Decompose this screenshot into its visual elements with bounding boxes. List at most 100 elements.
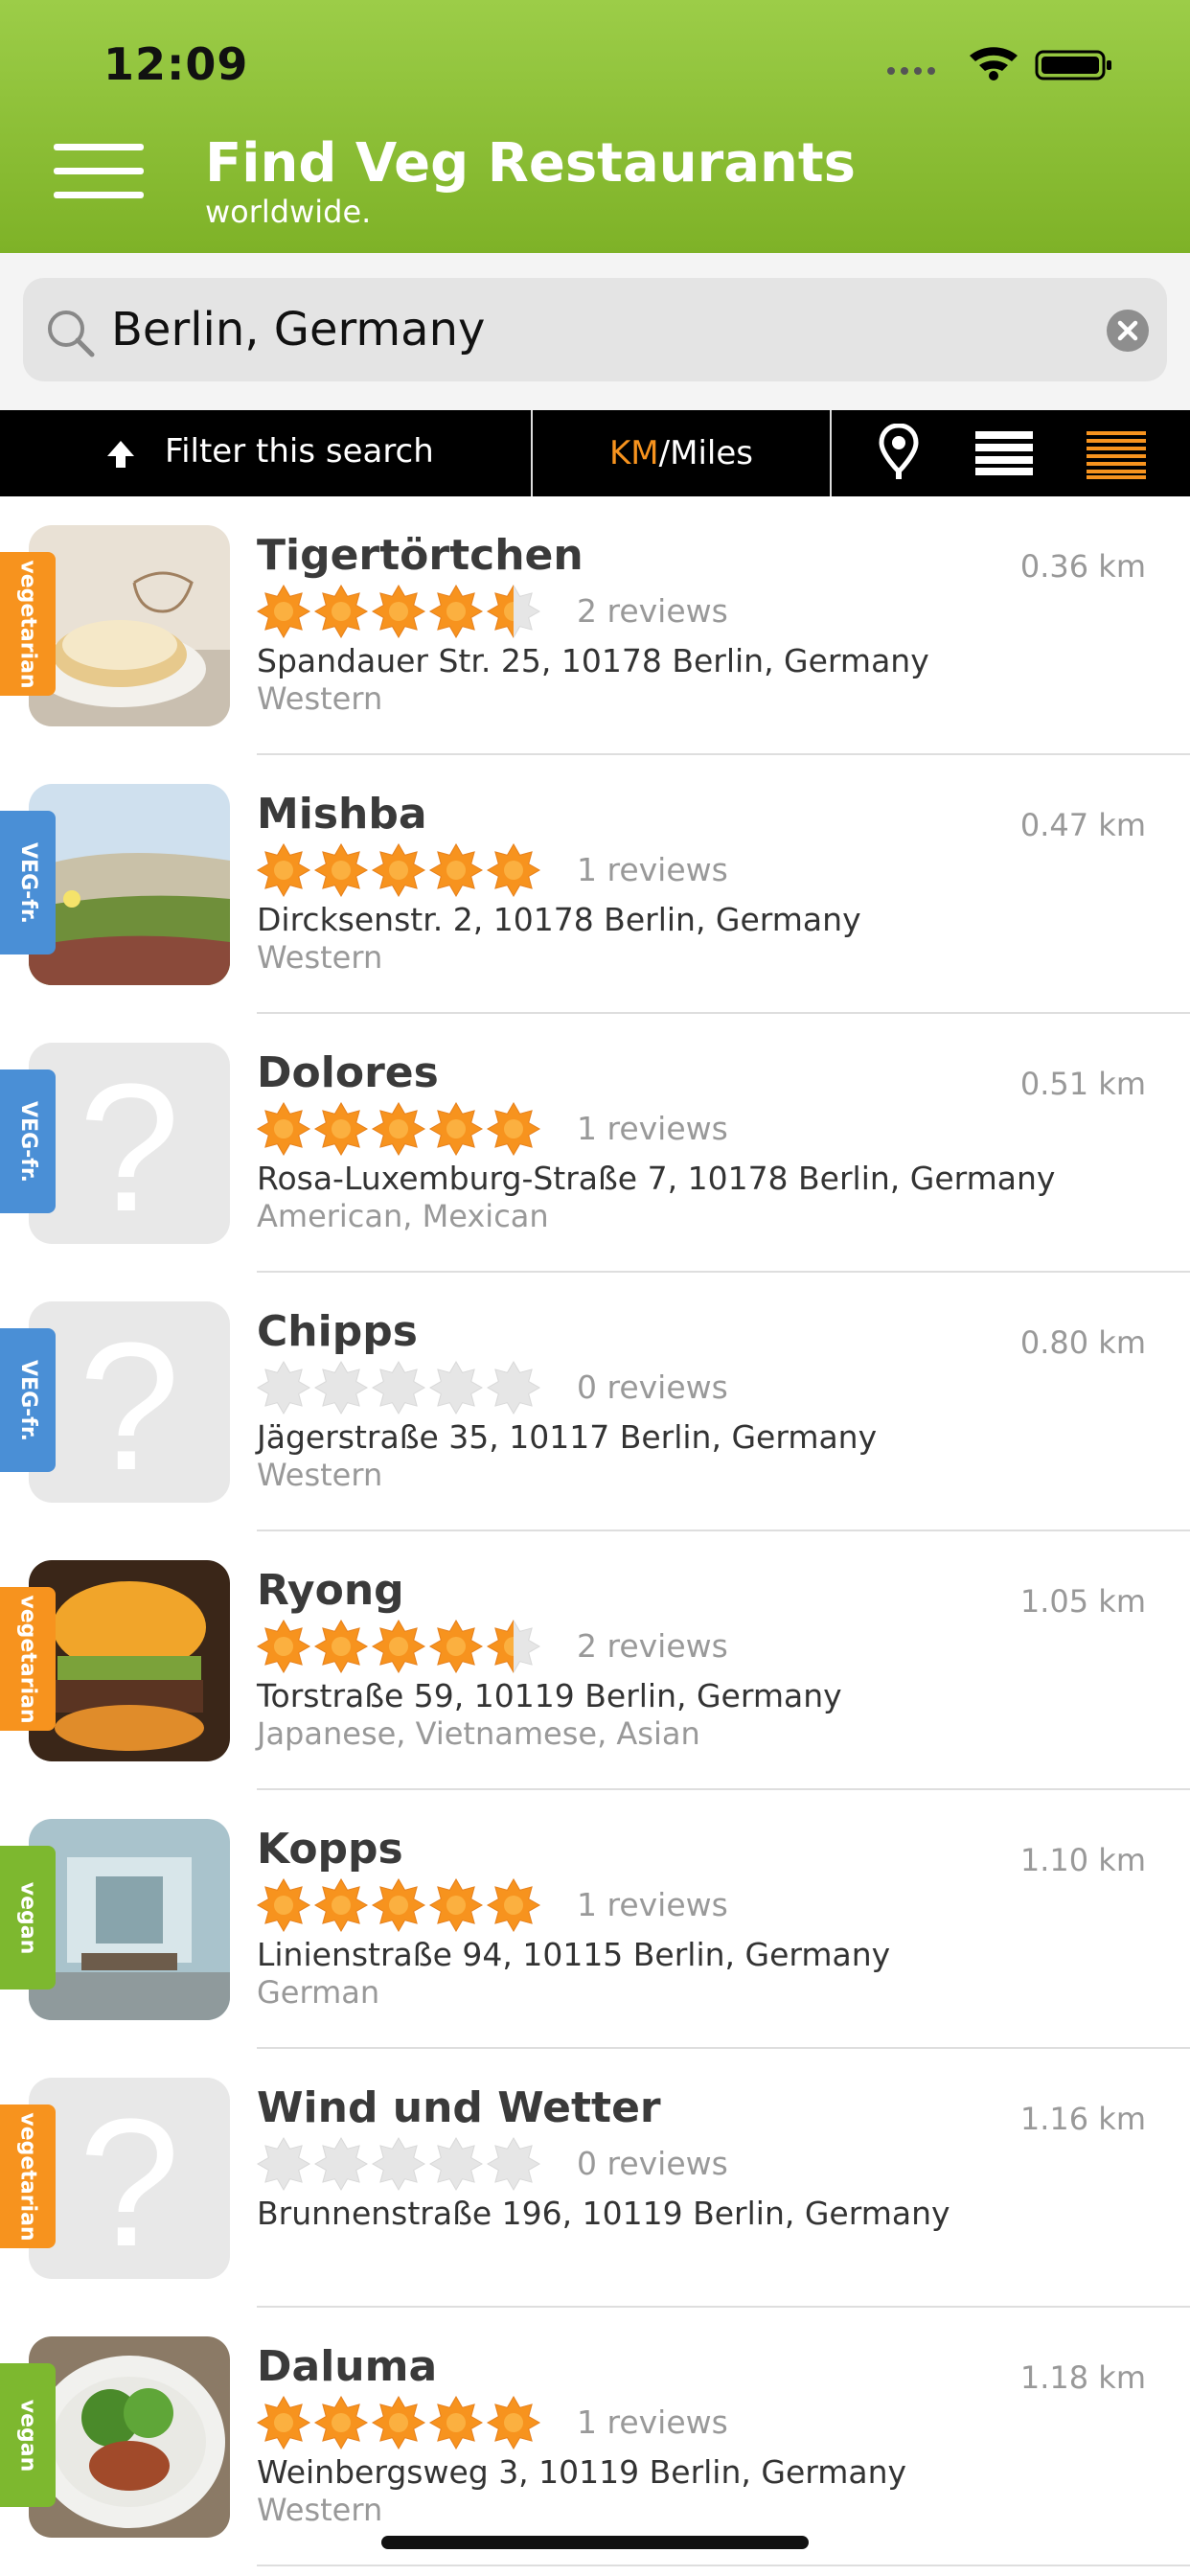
star-icon <box>313 1101 369 1157</box>
star-icon <box>486 842 541 898</box>
star-icon <box>371 1101 426 1157</box>
star-icon <box>313 1877 369 1933</box>
search-icon <box>48 310 95 357</box>
restaurant-address: Torstraße 59, 10119 Berlin, Germany <box>257 1677 842 1714</box>
restaurant-address: Brunnenstraße 196, 10119 Berlin, Germany <box>257 2195 950 2232</box>
restaurant-address: Weinbergsweg 3, 10119 Berlin, Germany <box>257 2453 907 2491</box>
review-count: 2 reviews <box>577 1627 728 1665</box>
diet-tag-badge: VEG-fr. <box>0 811 56 954</box>
rating-stars <box>256 584 544 639</box>
review-count: 0 reviews <box>577 1368 728 1406</box>
restaurant-address: Jägerstraße 35, 10117 Berlin, Germany <box>257 1418 878 1456</box>
restaurant-row[interactable]: ? VEG-fr. Dolores 1 reviews Rosa-Luxemburg-S… <box>0 1014 1190 1273</box>
star-icon <box>256 1360 311 1415</box>
rating-stars <box>256 1360 544 1415</box>
star-icon <box>486 2136 541 2192</box>
restaurant-name: Mishba <box>257 790 427 839</box>
star-icon <box>256 584 311 639</box>
distance-label: 0.80 km <box>1019 1324 1146 1361</box>
rating-stars <box>256 1877 544 1933</box>
cuisine-type: Western <box>257 2492 383 2528</box>
diet-tag-badge: vegan <box>0 1846 56 1990</box>
star-icon <box>371 584 426 639</box>
star-icon <box>428 2136 484 2192</box>
diet-tag-badge: vegan <box>0 2363 56 2507</box>
rating-stars <box>256 2395 544 2450</box>
diet-tag-label: vegan <box>15 1881 40 1954</box>
star-icon <box>428 584 484 639</box>
restaurant-row[interactable]: vegetarian Ryong 2 reviews Torstraße 59, 10… <box>0 1531 1190 1790</box>
review-count: 1 reviews <box>577 1886 728 1923</box>
review-count: 1 reviews <box>577 1110 728 1147</box>
unit-miles: Miles <box>670 434 753 472</box>
battery-icon <box>1035 50 1111 80</box>
diet-tag-label: VEG-fr. <box>15 841 40 924</box>
distance-label: 0.51 km <box>1019 1066 1146 1102</box>
star-icon <box>371 1877 426 1933</box>
restaurant-photo <box>29 784 230 985</box>
diet-tag-badge: vegetarian <box>0 1587 56 1731</box>
star-icon <box>256 2395 311 2450</box>
restaurant-row[interactable]: ? vegetarian Wind und Wetter 0 reviews Brunn… <box>0 2049 1190 2308</box>
diet-tag-label: vegan <box>15 2399 40 2472</box>
review-count: 1 reviews <box>577 851 728 888</box>
map-pin-icon[interactable] <box>878 424 920 481</box>
restaurant-row[interactable]: vegetarian Tigertörtchen 2 reviews Spandaue… <box>0 496 1190 755</box>
restaurant-photo <box>29 1819 230 2020</box>
diet-tag-badge: vegetarian <box>0 552 56 696</box>
svg-text:?: ? <box>79 1046 180 1244</box>
star-icon <box>486 2395 541 2450</box>
star-icon <box>256 1101 311 1157</box>
home-indicator[interactable] <box>381 2536 809 2549</box>
filter-search-label: Filter this search <box>165 432 434 471</box>
restaurant-row[interactable]: VEG-fr. Mishba 1 reviews Dircksenstr. 2, 10… <box>0 755 1190 1014</box>
diet-tag-badge: VEG-fr. <box>0 1328 56 1472</box>
restaurant-name: Kopps <box>257 1825 403 1874</box>
diet-tag-badge: vegetarian <box>0 2104 56 2248</box>
star-icon <box>486 1877 541 1933</box>
cuisine-type: Western <box>257 939 383 976</box>
restaurant-photo <box>29 525 230 726</box>
star-icon <box>313 2395 369 2450</box>
unit-km: KM <box>609 434 659 472</box>
placeholder-image: ? <box>29 2078 230 2279</box>
rating-stars <box>256 842 544 898</box>
restaurant-name: Daluma <box>257 2342 438 2391</box>
restaurant-photo <box>29 2336 230 2538</box>
distance-label: 1.10 km <box>1019 1842 1146 1878</box>
search-input[interactable]: Berlin, Germany <box>23 278 1167 381</box>
row-divider <box>257 2564 1190 2566</box>
restaurant-row[interactable]: vegan Daluma 1 reviews Weinbergsweg 3, 1011… <box>0 2308 1190 2566</box>
review-count: 0 reviews <box>577 2145 728 2182</box>
star-icon <box>371 1360 426 1415</box>
distance-label: 1.05 km <box>1019 1583 1146 1620</box>
arrow-up-icon <box>107 441 134 468</box>
clear-search-icon[interactable] <box>1106 309 1150 353</box>
search-bar: Berlin, Germany <box>0 253 1190 410</box>
restaurant-row[interactable]: vegan Kopps 1 reviews Linienstraße 94, 1011… <box>0 1790 1190 2049</box>
compact-list-view-icon[interactable] <box>1087 431 1146 479</box>
filter-search-button[interactable]: Filter this search <box>0 410 531 496</box>
star-icon <box>428 1619 484 1674</box>
hamburger-menu-icon[interactable] <box>54 144 144 211</box>
restaurant-address: Dircksenstr. 2, 10178 Berlin, Germany <box>257 901 861 938</box>
cuisine-type: Western <box>257 1457 383 1493</box>
restaurant-photo <box>29 1560 230 1761</box>
diet-tag-label: vegetarian <box>15 1594 40 1724</box>
restaurant-name: Ryong <box>257 1566 404 1615</box>
unit-toggle-button[interactable]: KM/Miles <box>533 410 830 496</box>
star-icon <box>256 1619 311 1674</box>
star-icon <box>371 2395 426 2450</box>
restaurant-row[interactable]: ? VEG-fr. Chipps 0 reviews Jägerstraße 35, 1… <box>0 1273 1190 1531</box>
app-title: Find Veg Restaurants <box>205 132 856 195</box>
rating-stars <box>256 1619 544 1674</box>
restaurant-address: Linienstraße 94, 10115 Berlin, Germany <box>257 1936 891 1973</box>
status-time: 12:09 <box>103 38 249 90</box>
star-icon <box>256 842 311 898</box>
cuisine-type: American, Mexican <box>257 1198 549 1234</box>
app-header: 12:09 Find Veg Restaurants worldwide. <box>0 0 1190 253</box>
star-icon <box>486 584 541 639</box>
star-icon <box>486 1619 541 1674</box>
list-view-icon[interactable] <box>975 431 1033 475</box>
diet-tag-label: VEG-fr. <box>15 1359 40 1441</box>
